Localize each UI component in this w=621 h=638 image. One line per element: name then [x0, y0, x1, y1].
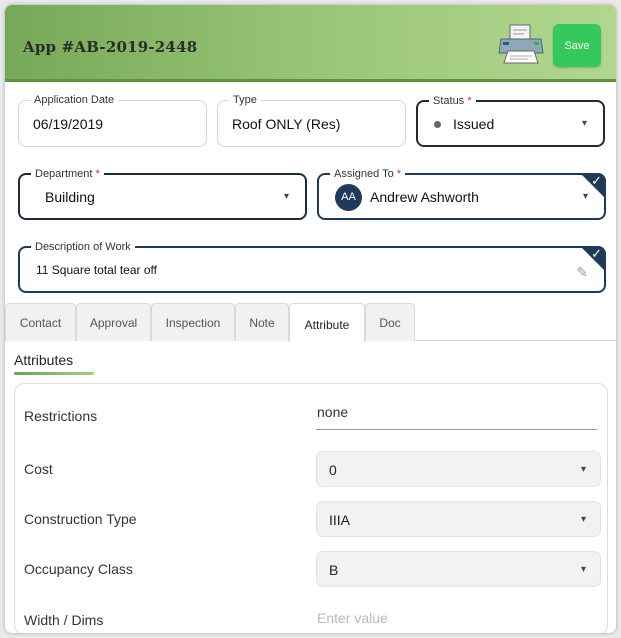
tab-bar: Contact Approval Inspection Note Attribu… [5, 303, 616, 342]
assigned-to-label: Assigned To * [330, 167, 406, 181]
chevron-down-icon: ▾ [581, 118, 587, 129]
assigned-to-value: Andrew Ashworth [370, 189, 479, 205]
department-select[interactable]: Department * Building ▾ [18, 167, 307, 220]
avatar: AA [335, 184, 362, 211]
status-label: Status * [429, 94, 476, 108]
type-label: Type [229, 93, 261, 107]
tab-attribute[interactable]: Attribute [289, 303, 365, 342]
type-value: Roof ONLY (Res) [232, 116, 341, 132]
occupancy-class-select[interactable]: B ▾ [316, 551, 601, 587]
chevron-down-icon: ▾ [580, 514, 586, 525]
department-label: Department * [31, 167, 104, 181]
check-icon: ✓ [591, 173, 602, 188]
construction-type-value: IIIA [329, 512, 351, 528]
description-value: 11 Square total tear off [36, 263, 157, 277]
save-button[interactable]: Save [553, 24, 601, 67]
attr-label: Occupancy Class [24, 561, 133, 577]
attr-label: Restrictions [24, 408, 98, 424]
attr-label: Width / Dims [24, 612, 104, 628]
status-select[interactable]: Status * Issued ▾ [416, 94, 605, 147]
application-date-label: Application Date [30, 93, 119, 107]
printer-icon[interactable] [498, 23, 544, 65]
width-input[interactable]: Enter value [316, 610, 597, 633]
attr-label: Construction Type [24, 511, 137, 527]
status-dot-icon [434, 121, 441, 128]
cost-value: 0 [329, 462, 337, 478]
app-header: App #AB-2019-2448 Save [5, 5, 616, 82]
section-underline [14, 372, 94, 375]
tab-inspection[interactable]: Inspection [151, 303, 235, 341]
tab-contact[interactable]: Contact [5, 303, 76, 341]
department-value: Building [45, 189, 95, 205]
section-title: Attributes [14, 352, 74, 368]
attributes-panel: Restrictions none Cost 0 ▾ Construction … [14, 383, 608, 633]
description-label: Description of Work [31, 240, 135, 254]
application-date-value: 06/19/2019 [33, 116, 104, 132]
description-field[interactable]: Description of Work 11 Square total tear… [18, 240, 606, 293]
restrictions-input[interactable]: none [316, 404, 597, 430]
page-title: App #AB-2019-2448 [23, 38, 198, 56]
tab-approval[interactable]: Approval [76, 303, 151, 341]
application-card: App #AB-2019-2448 Save Application Date … [4, 4, 617, 634]
attr-label: Cost [24, 461, 53, 477]
assigned-to-select[interactable]: Assigned To * AA Andrew Ashworth ▾ ✓ [317, 167, 606, 220]
occupancy-class-value: B [329, 562, 339, 578]
check-icon: ✓ [591, 246, 602, 261]
application-date-field[interactable]: Application Date 06/19/2019 [18, 93, 207, 147]
type-field[interactable]: Type Roof ONLY (Res) [217, 93, 406, 147]
construction-type-select[interactable]: IIIA ▾ [316, 501, 601, 537]
tab-doc[interactable]: Doc [365, 303, 415, 341]
cost-select[interactable]: 0 ▾ [316, 451, 601, 487]
chevron-down-icon: ▾ [580, 564, 586, 575]
chevron-down-icon: ▾ [283, 191, 289, 202]
tab-note[interactable]: Note [235, 303, 289, 341]
status-value: Issued [453, 116, 495, 132]
chevron-down-icon: ▾ [580, 464, 586, 475]
